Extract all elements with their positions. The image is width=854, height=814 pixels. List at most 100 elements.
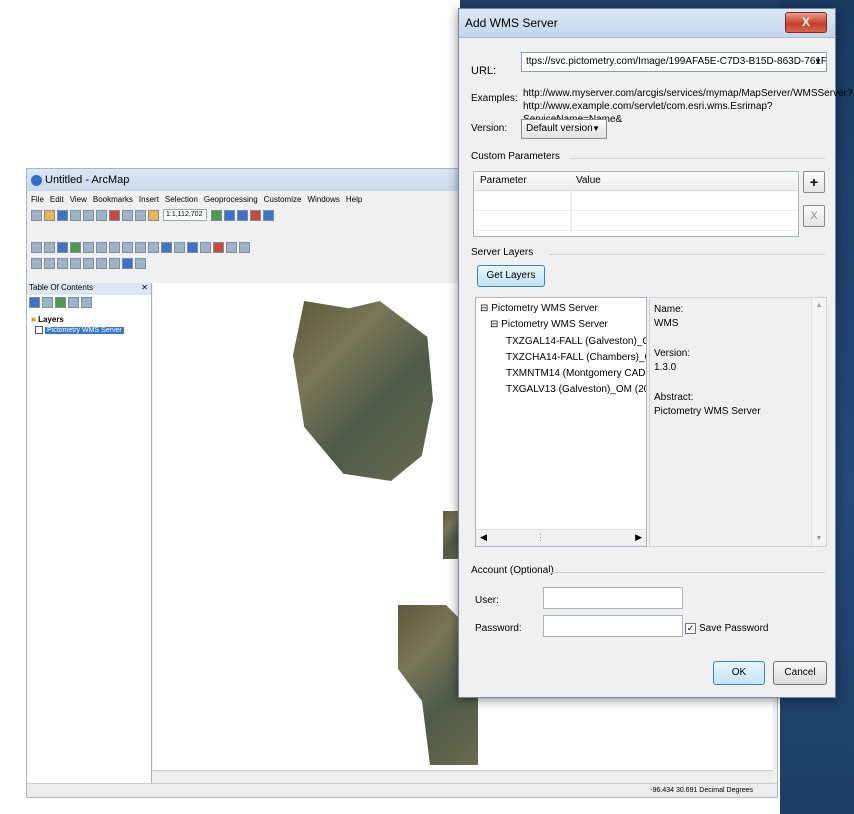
ok-button[interactable]: OK — [713, 661, 765, 685]
menu-edit[interactable]: Edit — [50, 195, 64, 204]
map-horizontal-scrollbar[interactable] — [153, 770, 773, 783]
group-divider — [549, 254, 825, 255]
delete-links-icon[interactable] — [109, 257, 120, 269]
forward-icon[interactable] — [122, 241, 133, 253]
go-to-xy-icon[interactable] — [226, 241, 237, 253]
menu-customize[interactable]: Customize — [264, 195, 302, 204]
scroll-right-icon[interactable]: ▶ — [635, 532, 642, 543]
zoom-in-icon[interactable] — [31, 241, 42, 253]
menu-windows[interactable]: Windows — [307, 195, 339, 204]
measure-icon[interactable] — [200, 241, 211, 253]
find-icon[interactable] — [213, 241, 224, 253]
select-elements-icon[interactable] — [148, 241, 159, 253]
menu-file[interactable]: File — [31, 195, 44, 204]
layer-visibility-checkbox[interactable] — [35, 326, 43, 334]
password-field[interactable] — [543, 615, 683, 637]
menu-insert[interactable]: Insert — [139, 195, 159, 204]
full-extent-icon[interactable] — [70, 241, 81, 253]
shift-map-icon[interactable] — [70, 257, 81, 269]
info-version-value: 1.3.0 — [654, 362, 677, 373]
tree-node-root[interactable]: ⊟ Pictometry WMS Server — [480, 303, 598, 314]
scroll-down-icon[interactable]: ▼ — [812, 535, 826, 542]
url-combobox[interactable]: ttps://svc.pictometry.com/Image/199AFA5E… — [521, 52, 827, 72]
arctoolbox-icon[interactable] — [250, 209, 261, 221]
back-icon[interactable] — [109, 241, 120, 253]
tree-leaf[interactable]: TXZCHA14-FALL (Chambers)_OM (2014 — [506, 352, 646, 363]
delete-icon[interactable] — [109, 209, 120, 221]
fixed-zoom-in-icon[interactable] — [83, 241, 94, 253]
link-table-icon[interactable] — [83, 257, 94, 269]
html-popup-icon[interactable] — [187, 241, 198, 253]
map-scale-combo[interactable]: 1:1,112,702 — [163, 209, 207, 221]
color-swatch-icon[interactable] — [122, 257, 133, 269]
add-parameter-button[interactable]: + — [803, 171, 825, 193]
layers-group[interactable]: ■ Layers — [27, 315, 151, 324]
view-links-icon[interactable] — [96, 257, 107, 269]
editor-icon[interactable] — [211, 209, 222, 221]
pan-icon[interactable] — [57, 241, 68, 253]
custom-parameters-table[interactable]: Parameter Value — [473, 171, 799, 237]
new-doc-icon[interactable] — [31, 209, 42, 221]
select-features-icon[interactable] — [135, 241, 146, 253]
redo-icon[interactable] — [135, 209, 146, 221]
remove-parameter-button[interactable]: X — [803, 205, 825, 227]
identify-icon[interactable] — [161, 241, 172, 253]
menu-view[interactable]: View — [70, 195, 87, 204]
collapse-icon[interactable]: ⊟ — [480, 303, 488, 314]
menu-selection[interactable]: Selection — [165, 195, 198, 204]
menu-help[interactable]: Help — [346, 195, 362, 204]
menu-geoprocessing[interactable]: Geoprocessing — [204, 195, 258, 204]
chevron-down-icon[interactable]: ▼ — [592, 120, 600, 138]
add-data-icon[interactable] — [148, 209, 159, 221]
tree-horizontal-scrollbar[interactable]: ◀ ⋮ ▶ — [476, 529, 646, 546]
table-row[interactable] — [474, 191, 798, 211]
save-password-checkbox[interactable]: ✓ — [685, 623, 696, 634]
map-layers-icon[interactable] — [135, 257, 146, 269]
list-by-visibility-icon[interactable] — [55, 296, 66, 308]
undo-icon[interactable] — [122, 209, 133, 221]
rotate-map-icon[interactable] — [57, 257, 68, 269]
toc-close-icon[interactable]: ✕ — [141, 283, 148, 295]
menu-bookmarks[interactable]: Bookmarks — [93, 195, 133, 204]
hyperlink-icon[interactable] — [174, 241, 185, 253]
layer-item-pictometry[interactable]: Pictometry WMS Server — [35, 326, 151, 334]
fixed-zoom-out-icon[interactable] — [96, 241, 107, 253]
scroll-thumb-icon[interactable]: ⋮ — [536, 532, 545, 543]
toc-options-icon[interactable] — [81, 296, 92, 308]
layer-tool-icon[interactable] — [44, 257, 55, 269]
save-icon[interactable] — [57, 209, 68, 221]
cancel-button[interactable]: Cancel — [773, 661, 827, 685]
time-slider-icon[interactable] — [239, 241, 250, 253]
tree-leaf[interactable]: TXGALV13 (Galveston)_OM (2014 Picto — [506, 384, 646, 395]
list-by-source-icon[interactable] — [42, 296, 53, 308]
info-abstract-value: Pictometry WMS Server — [654, 406, 761, 417]
server-layers-tree[interactable]: ⊟ Pictometry WMS Server ⊟ Pictometry WMS… — [475, 297, 647, 547]
toc-window-icon[interactable] — [224, 209, 235, 221]
dialog-title: Add WMS Server — [465, 16, 558, 30]
collapse-icon[interactable]: ⊟ — [490, 319, 498, 330]
cut-icon[interactable] — [83, 209, 94, 221]
list-by-selection-icon[interactable] — [68, 296, 79, 308]
open-icon[interactable] — [44, 209, 55, 221]
scroll-left-icon[interactable]: ◀ — [480, 532, 487, 543]
tree-leaf[interactable]: TXZGAL14-FALL (Galveston)_OM (2014 — [506, 336, 646, 347]
layer-item-label: Pictometry WMS Server — [45, 326, 124, 334]
catalog-window-icon[interactable] — [237, 209, 248, 221]
scroll-up-icon[interactable]: ▲ — [812, 302, 826, 309]
get-layers-button[interactable]: Get Layers — [477, 265, 545, 287]
python-icon[interactable] — [263, 209, 274, 221]
copy-icon[interactable] — [96, 209, 107, 221]
chevron-down-icon[interactable]: ▼ — [814, 53, 822, 71]
list-by-drawing-order-icon[interactable] — [29, 296, 40, 308]
user-field[interactable] — [543, 587, 683, 609]
close-button[interactable]: X — [785, 12, 827, 33]
georef-icon[interactable] — [31, 257, 42, 269]
tree-leaf[interactable]: TXMNTM14 (Montgomery CAD)_OM (20 — [506, 368, 646, 379]
tree-node-child[interactable]: ⊟ Pictometry WMS Server — [490, 319, 608, 330]
zoom-out-icon[interactable] — [44, 241, 55, 253]
version-select[interactable]: Default version ▼ — [521, 119, 607, 139]
print-icon[interactable] — [70, 209, 81, 221]
status-bar-coordinates: -96.434 30.691 Decimal Degrees — [27, 783, 777, 797]
info-vertical-scrollbar[interactable]: ▲ ▼ — [811, 298, 826, 546]
table-row[interactable] — [474, 211, 798, 231]
